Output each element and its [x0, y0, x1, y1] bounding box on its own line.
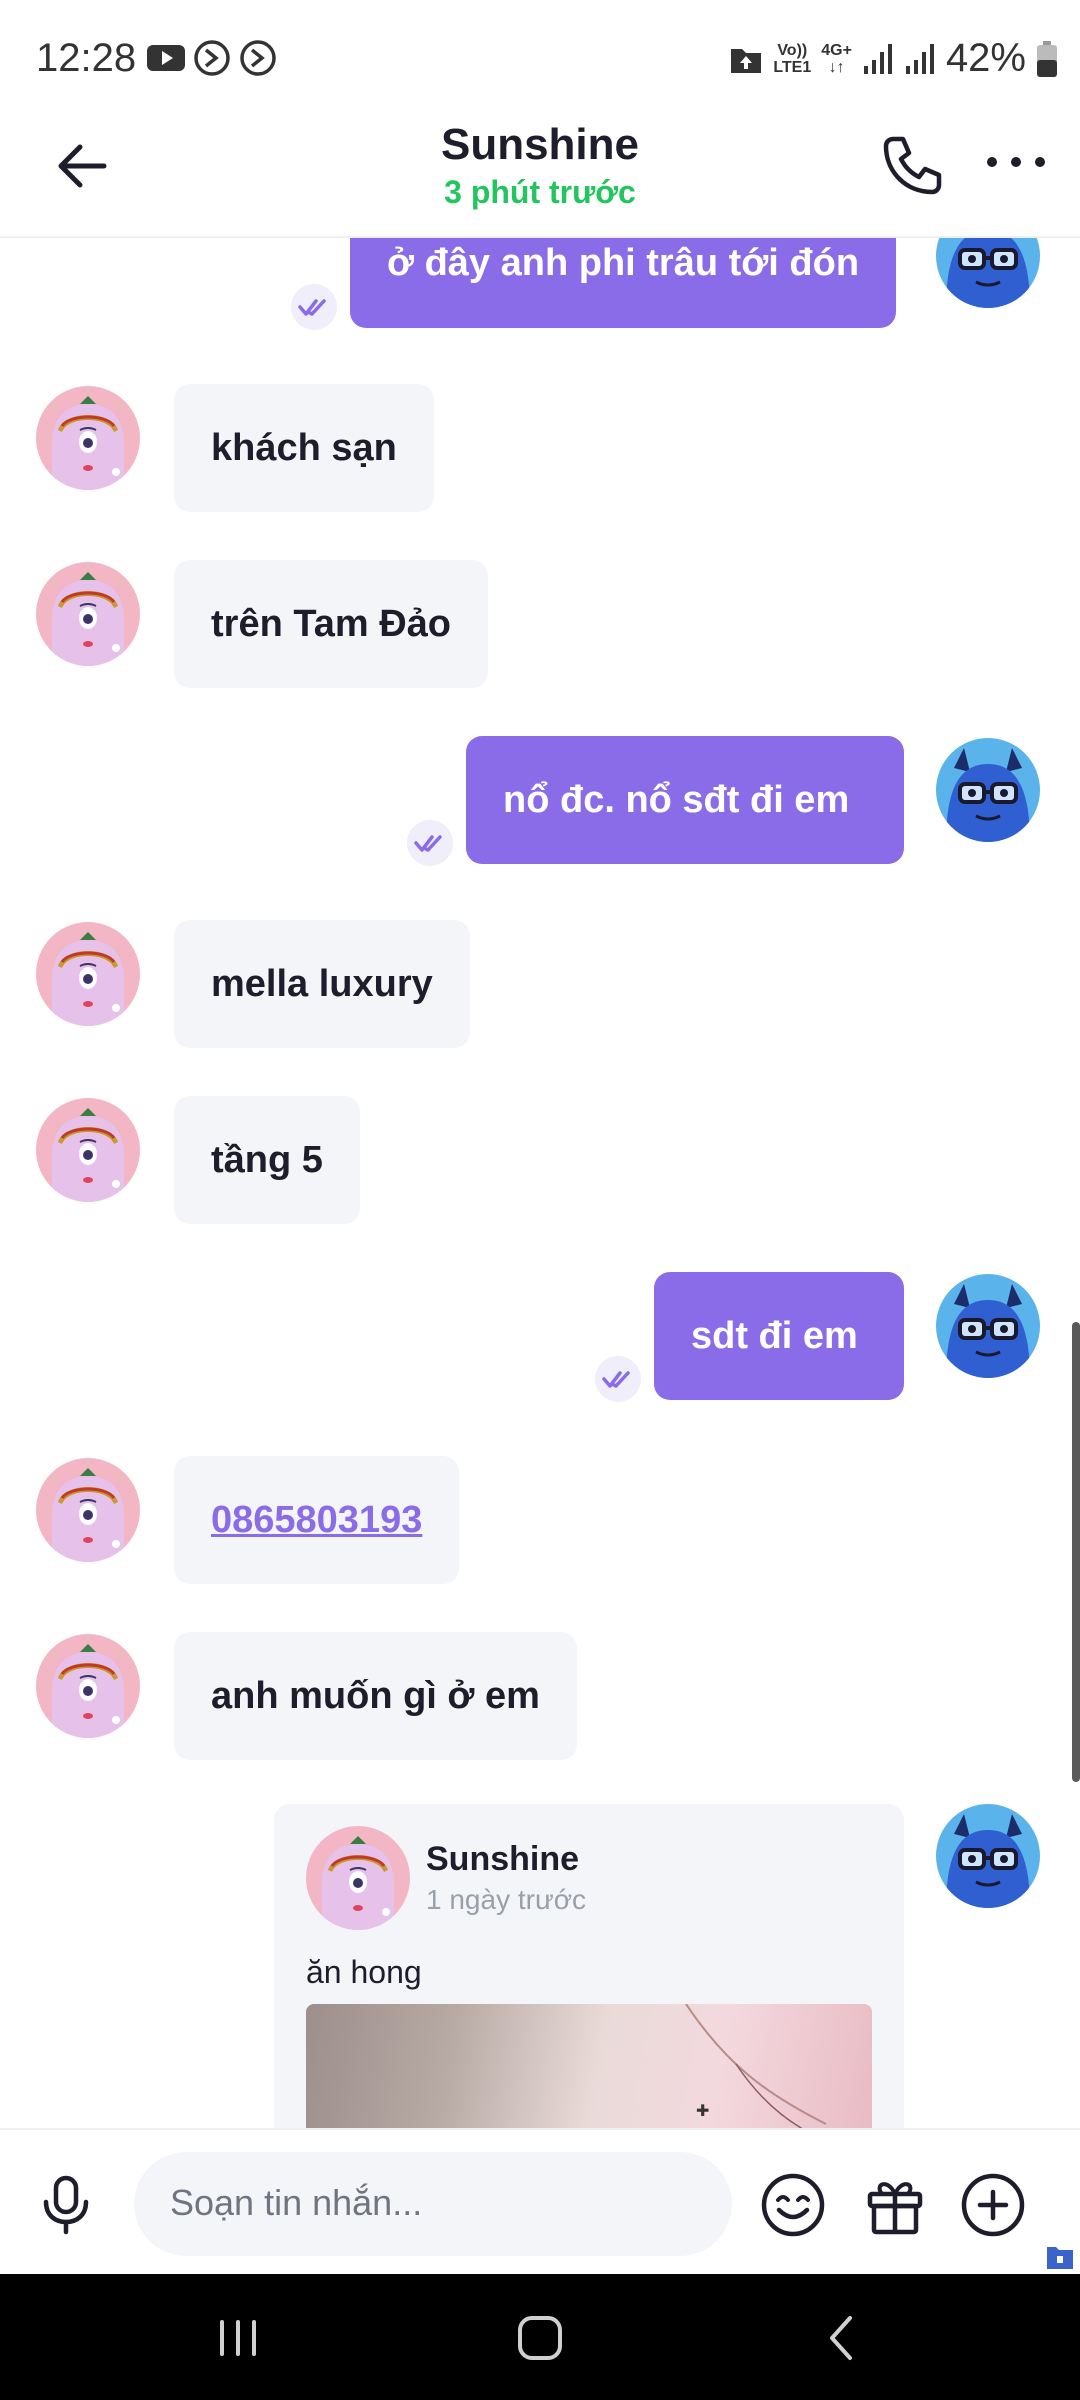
message-composer: Soạn tin nhắn... — [0, 2128, 1080, 2276]
message-bubble-incoming[interactable]: anh muốn gì ở em — [174, 1632, 577, 1760]
post-author-avatar[interactable] — [306, 1826, 410, 1930]
message-bubble-incoming[interactable]: tầng 5 — [174, 1096, 360, 1224]
phone-icon[interactable] — [876, 130, 948, 202]
folder-upload-icon — [731, 48, 762, 73]
folder-badge-icon — [1047, 2247, 1073, 2269]
message-text: tầng 5 — [211, 1138, 323, 1181]
app-notification-icon — [240, 40, 276, 76]
contact-avatar[interactable] — [36, 922, 140, 1026]
message-text: trên Tam Đảo — [211, 602, 452, 645]
read-receipt-icon — [407, 820, 453, 866]
system-navigation-bar — [0, 2274, 1080, 2400]
post-time: 1 ngày trước — [426, 1884, 587, 1915]
message-bubble-outgoing[interactable]: sdt đi em — [654, 1272, 904, 1400]
contact-avatar[interactable] — [36, 562, 140, 666]
message-bubble-incoming[interactable]: trên Tam Đảo — [174, 560, 489, 688]
message-text: khách sạn — [211, 426, 397, 469]
notification-icons — [146, 38, 278, 78]
photo-content: ✚ — [685, 2004, 827, 2128]
signal-icon — [863, 43, 892, 74]
status-bar: 12:28 Vo)) LTE1 4G+ ↓↑ 42% — [0, 0, 1080, 120]
contact-avatar[interactable] — [36, 386, 140, 490]
read-receipt-icon — [291, 284, 337, 330]
svg-text:✚: ✚ — [696, 2101, 709, 2120]
post-text: ăn hong — [306, 1954, 422, 1990]
my-avatar[interactable] — [936, 1274, 1040, 1378]
status-time: 12:28 — [36, 36, 137, 80]
post-photo[interactable]: ✚ — [306, 2004, 872, 2128]
battery-percent: 42% — [945, 36, 1026, 80]
contact-avatar[interactable] — [36, 1634, 140, 1738]
message-text: nổ đc. nổ sđt đi em — [503, 778, 850, 821]
message-input-placeholder: Soạn tin nhắn... — [170, 2182, 423, 2223]
home-icon[interactable] — [510, 2310, 570, 2366]
contact-avatar[interactable] — [36, 1098, 140, 1202]
gift-icon[interactable] — [860, 2170, 930, 2240]
data-indicator: 4G+ ↓↑ — [821, 41, 852, 76]
chat-header: Sunshine 3 phút trước — [0, 120, 1080, 238]
message-bubble-incoming[interactable]: 0865803193 — [174, 1456, 460, 1584]
scrollbar[interactable] — [1072, 1322, 1080, 1782]
my-avatar[interactable] — [936, 238, 1040, 308]
my-avatar[interactable] — [936, 738, 1040, 842]
signal-icon — [905, 43, 934, 74]
message-input[interactable]: Soạn tin nhắn... — [134, 2152, 732, 2256]
emoji-icon[interactable] — [758, 2170, 828, 2240]
youtube-icon — [147, 45, 185, 71]
system-icons: Vo)) LTE1 4G+ ↓↑ 42% — [729, 36, 1058, 81]
message-bubble-incoming[interactable]: mella luxury — [174, 920, 470, 1048]
message-bubble-incoming[interactable]: khách sạn — [174, 384, 434, 512]
recent-apps-icon[interactable] — [208, 2310, 268, 2366]
message-text: ở đây anh phi trâu tới đón — [387, 241, 860, 284]
back-nav-icon[interactable] — [812, 2310, 872, 2366]
shared-post-card[interactable]: Sunshine 1 ngày trước ăn hong ✚ — [274, 1804, 904, 2128]
my-avatar[interactable] — [936, 1804, 1040, 1908]
post-author-name: Sunshine — [426, 1840, 580, 1878]
message-bubble-outgoing[interactable]: nổ đc. nổ sđt đi em — [466, 736, 904, 864]
contact-avatar[interactable] — [36, 1458, 140, 1562]
battery-icon — [1037, 40, 1057, 77]
message-text: mella luxury — [211, 962, 433, 1005]
message-bubble-outgoing[interactable]: ở đây anh phi trâu tới đón — [350, 238, 897, 328]
more-icon[interactable] — [984, 150, 1048, 174]
message-text: sdt đi em — [691, 1314, 858, 1357]
volte-indicator: Vo)) LTE1 — [773, 41, 812, 76]
phone-number-link[interactable]: 0865803193 — [211, 1499, 422, 1542]
microphone-icon[interactable] — [34, 2172, 98, 2236]
read-receipt-icon — [595, 1356, 641, 1402]
app-notification-icon — [194, 40, 230, 76]
message-list[interactable]: ở đây anh phi trâu tới đón khách sạn trê… — [0, 238, 1080, 2128]
plus-icon[interactable] — [958, 2170, 1028, 2240]
message-text: anh muốn gì ở em — [211, 1674, 540, 1717]
